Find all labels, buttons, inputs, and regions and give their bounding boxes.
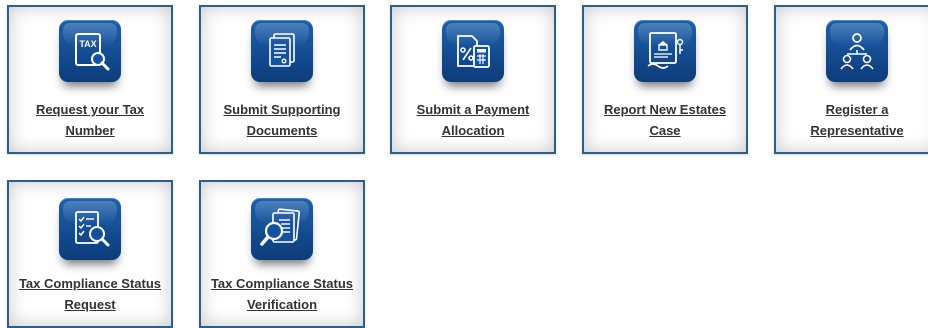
tile-label[interactable]: Tax Compliance Status Verification <box>205 273 359 315</box>
tile-label[interactable]: Report New Estates Case <box>588 99 742 141</box>
percent-calculator-icon <box>442 20 504 82</box>
tile-tax-compliance-status-verification[interactable]: Tax Compliance Status Verification <box>199 180 365 328</box>
tile-register-representative[interactable]: Register a Representative <box>774 5 928 154</box>
tile-label[interactable]: Submit Supporting Documents <box>205 99 359 141</box>
tile-report-new-estates-case[interactable]: Report New Estates Case <box>582 5 748 154</box>
people-hierarchy-icon <box>826 20 888 82</box>
documents-icon <box>251 20 313 82</box>
tile-submit-payment-allocation[interactable]: Submit a Payment Allocation <box>390 5 556 154</box>
tax-document-search-icon: TAX <box>59 20 121 82</box>
documents-magnifier-icon <box>251 198 313 260</box>
tile-label[interactable]: Tax Compliance Status Request <box>13 273 167 315</box>
tile-submit-supporting-documents[interactable]: Submit Supporting Documents <box>199 5 365 154</box>
tile-tax-compliance-status-request[interactable]: Tax Compliance Status Request <box>7 180 173 328</box>
checklist-search-icon <box>59 198 121 260</box>
tile-label[interactable]: Register a Representative <box>780 99 928 141</box>
tile-label[interactable]: Request your Tax Number <box>13 99 167 141</box>
tile-label[interactable]: Submit a Payment Allocation <box>396 99 550 141</box>
svg-text:TAX: TAX <box>79 39 96 49</box>
estate-certificate-icon <box>634 20 696 82</box>
tile-request-tax-number[interactable]: TAX Request your Tax Number <box>7 5 173 154</box>
